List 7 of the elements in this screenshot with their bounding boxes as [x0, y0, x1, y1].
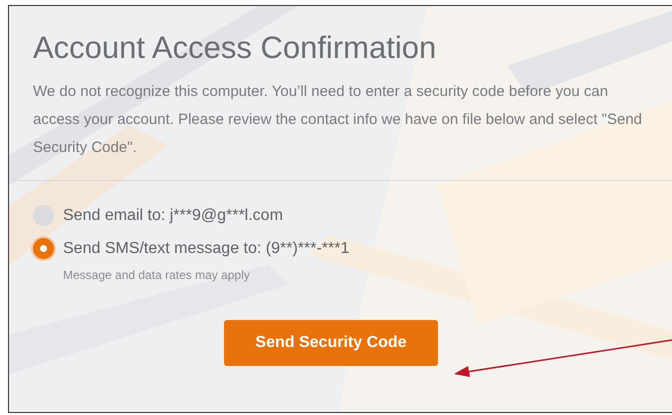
option-note: Message and data rates may apply	[63, 267, 251, 284]
option-label[interactable]: Send email to: j***9@g***l.com	[63, 205, 283, 226]
intro-paragraph: We do not recognize this computer. You’ll need to enter a security code before you can access your account. Please review the contact info we have on file below and select "Send Security Code".	[33, 82, 644, 158]
option-label[interactable]: Send SMS/text message to: (9**)***-***1	[63, 238, 350, 259]
page-title: Account Access Confirmation	[33, 29, 438, 67]
radio-button[interactable]	[33, 238, 54, 259]
send-code-button[interactable]: Send Security Code	[224, 320, 438, 366]
